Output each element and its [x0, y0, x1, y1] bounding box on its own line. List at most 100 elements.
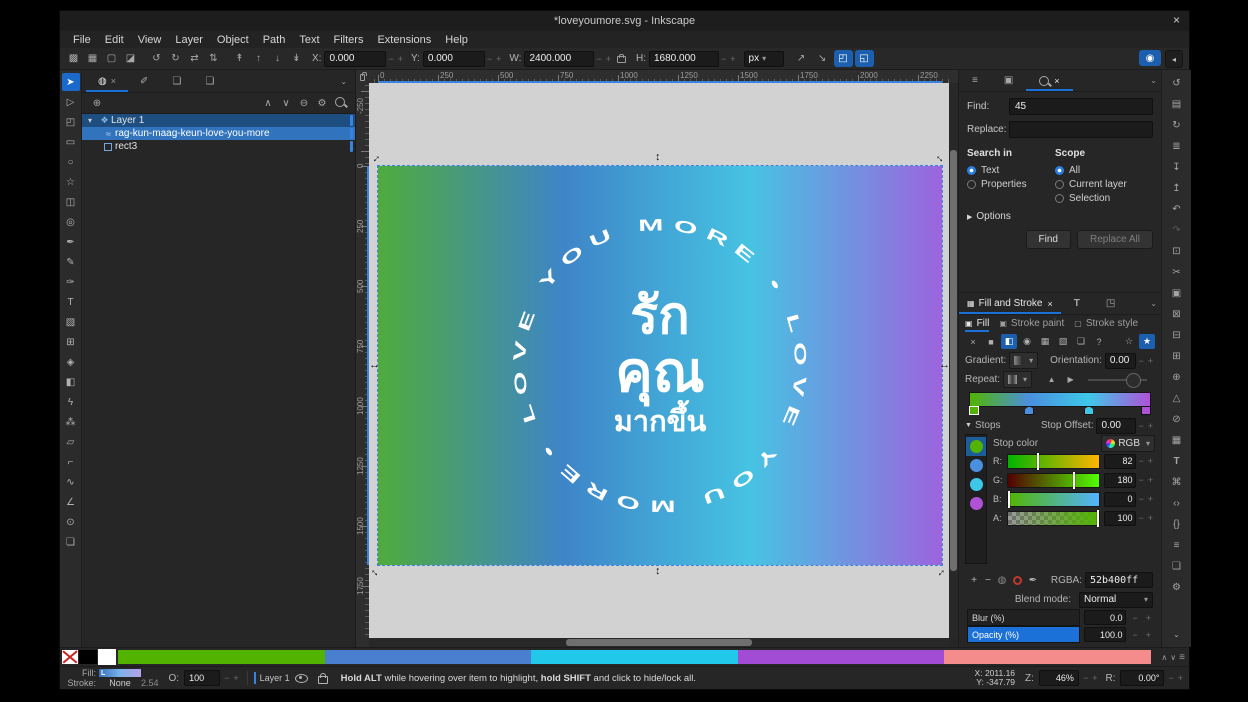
flip-horizontal-icon[interactable]: ▲ — [1042, 375, 1061, 384]
rotate-cw-icon[interactable]: ↻ — [166, 53, 185, 64]
linear-gradient-icon[interactable]: ◧ — [1001, 334, 1017, 349]
menu-object[interactable]: Object — [210, 34, 256, 46]
star-filled-icon[interactable]: ★ — [1139, 334, 1155, 349]
import-icon[interactable]: ↧ — [1167, 158, 1187, 178]
h-increment[interactable]: + — [728, 54, 737, 64]
gradient-stop-handle-3[interactable] — [1084, 406, 1094, 415]
canvas-viewport[interactable]: • LOVE YOU MORE • LOVE YOU MORE รัก คุณ … — [369, 83, 949, 638]
scope-all-option[interactable]: All — [1055, 163, 1127, 177]
green-channel-value[interactable]: 180 — [1104, 473, 1136, 488]
zoom-tool[interactable]: ⊙ — [62, 513, 80, 531]
scale-handle-w[interactable]: ↔ — [369, 360, 380, 370]
opacity-slider[interactable]: Opacity (%) — [967, 626, 1080, 643]
scale-handle-e[interactable]: ↔ — [939, 360, 949, 370]
delete-stop-icon[interactable] — [1013, 576, 1022, 585]
connector-tool[interactable]: ⌐ — [62, 453, 80, 471]
blue-swatch[interactable] — [325, 650, 532, 664]
blue-channel-slider[interactable] — [1007, 492, 1100, 507]
flat-color-icon[interactable]: ■ — [983, 334, 999, 349]
opacity-value[interactable]: 100.0 — [1084, 627, 1126, 642]
move-gradients-toggle[interactable]: ◰ — [834, 50, 853, 67]
decrement-button[interactable]: − — [1136, 456, 1145, 466]
symbols-dialog-icon[interactable]: ⌘ — [1167, 473, 1187, 493]
height-input[interactable]: 1680.000 — [649, 51, 719, 67]
paint-bucket-tool[interactable]: ◧ — [62, 373, 80, 391]
zoom-selection-icon[interactable]: ⊠ — [1167, 305, 1187, 325]
gradient-position-slider[interactable] — [1088, 379, 1147, 381]
scope-current-layer-option[interactable]: Current layer — [1055, 177, 1127, 191]
slider-knob[interactable] — [1126, 373, 1141, 388]
scale-handle-n[interactable]: ↕ — [655, 152, 661, 162]
increment-button[interactable]: + — [1146, 494, 1155, 504]
gradient-select-dropdown[interactable]: ▾ — [1009, 352, 1038, 369]
horizontal-scrollbar[interactable] — [369, 638, 949, 647]
raise-icon[interactable]: ↑ — [249, 53, 268, 64]
search-icon[interactable] — [331, 97, 349, 110]
tab-find-replace[interactable]: × — [1026, 70, 1072, 91]
opacity-increment[interactable]: + — [231, 673, 240, 683]
purple-swatch[interactable] — [738, 650, 945, 664]
redo-icon[interactable]: ↷ — [1167, 221, 1187, 241]
x-increment[interactable]: + — [396, 54, 405, 64]
zoom-input[interactable]: 46% — [1039, 670, 1079, 686]
subtab-fill[interactable]: ▣Fill — [965, 315, 989, 332]
ellipse-tool[interactable]: ○ — [62, 153, 80, 171]
menu-view[interactable]: View — [131, 34, 169, 46]
object-opacity-input[interactable]: 100 — [184, 670, 220, 686]
slider-thumb[interactable] — [1037, 453, 1039, 470]
replace-all-button[interactable]: Replace All — [1077, 230, 1153, 249]
blend-mode-dropdown[interactable]: Normal▾ — [1079, 592, 1153, 608]
move-patterns-toggle[interactable]: ◱ — [855, 50, 874, 67]
radio-selected-icon[interactable] — [967, 166, 976, 175]
color-mode-dropdown[interactable]: RGB▾ — [1101, 435, 1155, 452]
tab-third-dialog[interactable]: ◳ — [1093, 293, 1128, 314]
selector-tool[interactable]: ➤ — [62, 73, 80, 91]
decrement-button[interactable]: − — [1136, 475, 1145, 485]
stop-item-selected[interactable] — [966, 437, 986, 456]
select-all-icon[interactable]: ▩ — [64, 53, 83, 64]
box3d-tool[interactable]: ◫ — [62, 193, 80, 211]
export-icon[interactable]: ↥ — [1167, 179, 1187, 199]
horizontal-scrollbar-thumb[interactable] — [566, 639, 752, 646]
green-channel-slider[interactable] — [1007, 473, 1100, 488]
vertical-scrollbar[interactable] — [949, 83, 958, 638]
copy-icon[interactable]: ⊡ — [1167, 242, 1187, 262]
layer-visibility-eye-icon[interactable] — [295, 674, 308, 683]
tab-layers[interactable]: ≡ — [959, 70, 991, 91]
search-in-text-option[interactable]: Text — [967, 163, 1055, 177]
menu-help[interactable]: Help — [438, 34, 475, 46]
layer-lock-icon[interactable] — [318, 676, 328, 684]
blur-decrement[interactable]: − — [1130, 613, 1139, 623]
scope-selection-option[interactable]: Selection — [1055, 191, 1127, 205]
braces-dialog-icon[interactable]: {} — [1167, 515, 1187, 535]
radio-icon[interactable] — [967, 180, 976, 189]
y-decrement[interactable]: − — [485, 54, 494, 64]
fill-indicator-swatch[interactable]: L — [99, 669, 141, 677]
alpha-channel-slider[interactable] — [1007, 511, 1100, 526]
increment-button[interactable]: + — [1146, 456, 1155, 466]
move-down-icon[interactable]: ∨ — [277, 98, 295, 109]
unlink-clone-icon[interactable]: ⊘ — [1167, 410, 1187, 430]
spray-tool[interactable]: ⁂ — [62, 413, 80, 431]
x-decrement[interactable]: − — [386, 54, 395, 64]
pencil-tool[interactable]: ✎ — [62, 253, 80, 271]
search-in-properties-option[interactable]: Properties — [967, 177, 1055, 191]
lower-icon[interactable]: ↓ — [268, 53, 287, 64]
tweak-tool[interactable]: ϟ — [62, 393, 80, 411]
gradient-rect-object[interactable]: • LOVE YOU MORE • LOVE YOU MORE รัก คุณ … — [378, 166, 942, 565]
tab-fill-and-stroke[interactable]: ▦ Fill and Stroke × — [959, 293, 1061, 314]
close-tab-icon[interactable]: × — [111, 76, 116, 86]
blur-increment[interactable]: + — [1144, 613, 1153, 623]
swatch-icon[interactable]: ▨ — [1055, 334, 1071, 349]
rectangle-tool[interactable]: ▭ — [62, 133, 80, 151]
remove-object-icon[interactable]: ⊖ — [295, 98, 313, 109]
document-properties-icon[interactable]: ❏ — [1167, 557, 1187, 577]
green-swatch[interactable] — [118, 650, 325, 664]
menu-extensions[interactable]: Extensions — [370, 34, 438, 46]
radio-selected-icon[interactable] — [1055, 166, 1064, 175]
orientation-input[interactable]: 0.00 — [1105, 353, 1137, 369]
radio-icon[interactable] — [1055, 180, 1064, 189]
strip-collapse-icon[interactable]: ⌄ — [1167, 625, 1187, 645]
add-layer-icon[interactable]: ⊕ — [88, 98, 106, 109]
tab-objects[interactable]: ◍ × — [86, 70, 128, 92]
